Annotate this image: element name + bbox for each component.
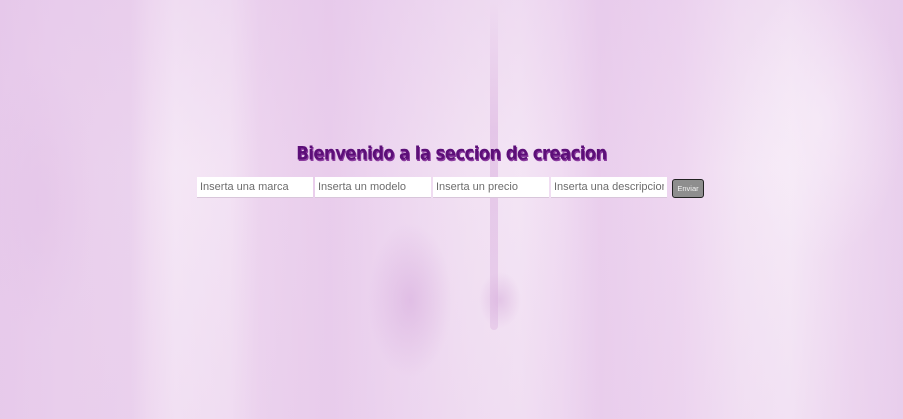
page-title: Bienvenido a la seccion de creacion [296, 142, 607, 165]
creation-form: Enviar [197, 177, 704, 198]
price-input[interactable] [433, 177, 549, 198]
description-input[interactable] [551, 177, 667, 198]
watercolor-background [0, 0, 903, 419]
brand-input[interactable] [197, 177, 313, 198]
submit-button[interactable]: Enviar [672, 179, 704, 198]
model-input[interactable] [315, 177, 431, 198]
